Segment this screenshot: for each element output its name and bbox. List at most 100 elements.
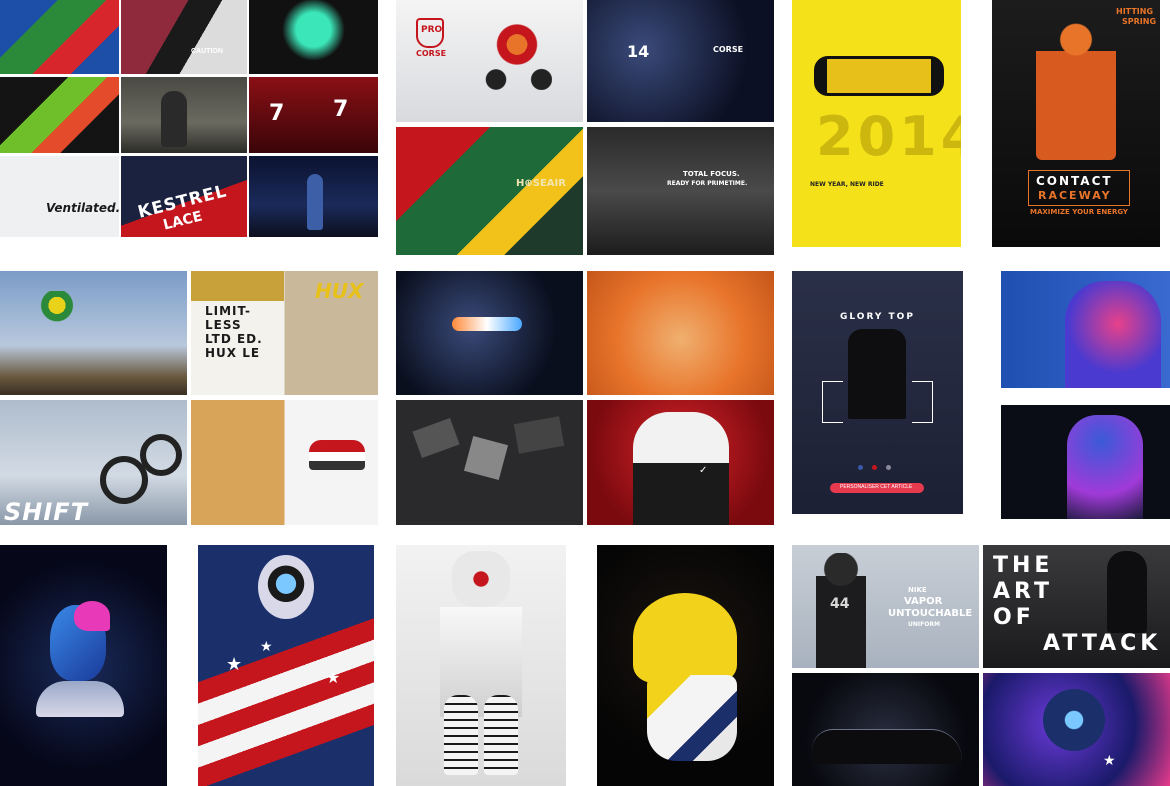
color-dot-red[interactable] <box>872 465 877 470</box>
star-icon: ★ <box>260 638 273 654</box>
corse-label-1: CORSE <box>416 49 447 58</box>
motocross-rider-icon <box>482 20 552 90</box>
sunglasses-shape <box>452 317 522 331</box>
color-dot-navy[interactable] <box>858 465 863 470</box>
limitless-line-1: LIMIT- <box>205 304 251 318</box>
jersey-number-7a: 7 <box>269 101 285 126</box>
thumb-garage-rider <box>249 156 378 237</box>
thumb-orange-smoke <box>587 271 774 395</box>
shift-logo: SHIFT <box>4 498 89 525</box>
thumb-mtb-rider <box>121 77 247 153</box>
personalize-label: PERSONALISER CET ARTICLE <box>840 484 913 490</box>
poster-white-gloves[interactable] <box>396 545 566 786</box>
thumb-neon-rider: ★ <box>983 673 1170 786</box>
total-focus-headline: TOTAL FOCUS. <box>683 170 740 178</box>
contact-headline: CONTACT <box>1036 174 1113 188</box>
gold-block <box>191 271 284 301</box>
nike-label: NIKE <box>908 586 927 594</box>
corse-label-2: CORSE <box>713 45 744 54</box>
collage-nike-vapor[interactable]: 44 NIKE VAPOR UNTOUCHABLE UNIFORM THE AR… <box>792 545 1170 786</box>
poster-2014-goggles[interactable]: 2014 NEW YEAR, NEW RIDE <box>792 0 961 247</box>
motocross-rider-icon <box>30 291 84 339</box>
tshirt-product <box>848 329 906 419</box>
flatlay-item-2 <box>463 435 509 481</box>
bust-base <box>36 681 124 717</box>
poster-yellow-glove[interactable] <box>597 545 774 786</box>
thumb-rider-sky <box>0 271 187 395</box>
ventilated-headline: Ventilated. <box>46 201 121 215</box>
the-label: THE <box>993 553 1054 578</box>
helmet-figure <box>1043 689 1105 751</box>
glove-fingers <box>633 593 737 683</box>
jersey-number-14: 14 <box>627 42 650 61</box>
rider-silhouette <box>161 91 187 147</box>
poster-flag-rider[interactable]: ★ ★ ★ <box>198 545 374 786</box>
thumb-green-jersey <box>0 77 119 153</box>
thumb-horseair: H⊕SEAIR <box>396 127 583 255</box>
helmet-figure <box>258 555 314 619</box>
shoe-product <box>309 440 365 470</box>
poster-contact-raceway[interactable]: HITTING SPRING CONTACT RACEWAY MAXIMIZE … <box>992 0 1160 247</box>
thumb-cleat <box>792 673 979 786</box>
helmet-figure <box>452 551 510 607</box>
glove-palm <box>647 675 737 761</box>
limitless-line-3: LTD ED. <box>205 332 263 346</box>
flatlay-item-1 <box>412 418 460 458</box>
vapor-label: VAPOR <box>904 596 943 607</box>
maximize-headline: MAXIMIZE YOUR ENERGY <box>1030 208 1129 216</box>
personalize-button[interactable]: PERSONALISER CET ARTICLE <box>830 483 924 493</box>
rider-silhouette <box>307 174 323 230</box>
star-icon: ★ <box>1103 752 1116 768</box>
goggles-icon <box>814 56 944 96</box>
jersey-number-7b: 7 <box>333 97 349 122</box>
star-icon: ★ <box>226 654 243 674</box>
collage-nike-dark[interactable]: ✓ <box>396 271 774 525</box>
pro-label: PRO <box>421 25 443 35</box>
thumb-windrunner: ✓ <box>587 400 774 525</box>
art-label: ART <box>993 579 1053 604</box>
spring-label: SPRING <box>1122 17 1157 26</box>
glove-left <box>444 695 478 775</box>
collage-corse[interactable]: PRO CORSE CORSE 14 H⊕SEAIR TOTAL FOCUS. … <box>396 0 774 255</box>
thumb-art-of-attack: THE ART OF ATTACK <box>983 545 1170 668</box>
frame-left <box>822 381 843 423</box>
cleat-shoe <box>812 729 962 764</box>
of-label: OF <box>993 605 1035 630</box>
collage-troy-lee[interactable]: CAUTION 7 7 Ventilated. KESTREL LACE <box>0 0 378 237</box>
thumb-jersey-camo <box>0 0 119 74</box>
thumb-vapor-untouchable: 44 NIKE VAPOR UNTOUCHABLE UNIFORM <box>792 545 979 668</box>
thumb-glove-green <box>249 0 378 74</box>
uniform-label: UNIFORM <box>908 621 940 628</box>
thumb-caution-jersey: CAUTION <box>121 0 247 74</box>
year-headline: 2014 <box>816 105 961 168</box>
jersey-number-44: 44 <box>830 596 850 612</box>
jacket-body <box>633 412 729 525</box>
ready-headline: READY FOR PRIMETIME. <box>667 180 748 187</box>
bike-wheel-rear <box>140 434 182 476</box>
thumb-corse-dark: CORSE 14 <box>587 0 774 122</box>
frame-right <box>912 381 933 423</box>
thumb-flatlay <box>396 400 583 525</box>
thumb-limitless: LIMIT- LESS LTD ED. HUX LE HUX <box>191 271 378 395</box>
product-page-glory-top[interactable]: GLORY TOP PERSONALISER CET ARTICLE <box>792 271 963 514</box>
collage-hux[interactable]: LIMIT- LESS LTD ED. HUX LE HUX SHIFT <box>0 271 378 525</box>
thumb-sunglasses-athlete <box>396 271 583 395</box>
glove-right <box>484 695 518 775</box>
color-dot-grey[interactable] <box>886 465 891 470</box>
thumb-total-focus: TOTAL FOCUS. READY FOR PRIMETIME. <box>587 127 774 255</box>
thumb-puffer-dark <box>1001 405 1170 519</box>
limitless-line-4: HUX LE <box>205 346 261 360</box>
caution-label: CAUTION <box>191 48 223 55</box>
collage-puffer[interactable] <box>1001 271 1170 519</box>
horseair-label: H⊕SEAIR <box>516 178 566 189</box>
poster-holographic-bust[interactable] <box>0 545 167 786</box>
rider-figure <box>1036 20 1116 160</box>
puffer-figure <box>1067 415 1143 519</box>
hitting-label: HITTING <box>1116 7 1154 16</box>
thumb-kestrel-lace: KESTREL LACE <box>121 156 247 237</box>
raceway-headline: RACEWAY <box>1038 189 1112 202</box>
thumb-dc-shoes <box>191 400 378 525</box>
untouchable-label: UNTOUCHABLE <box>888 608 973 619</box>
flatlay-item-3 <box>513 416 565 454</box>
thumb-corse-white: PRO CORSE <box>396 0 583 122</box>
